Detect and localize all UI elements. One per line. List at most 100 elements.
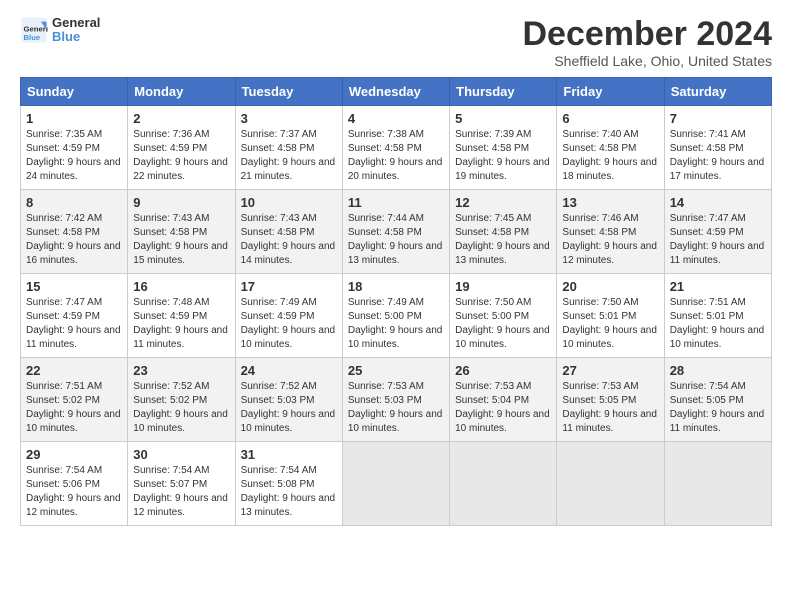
cell-info: Sunrise: 7:44 AMSunset: 4:58 PMDaylight:…	[348, 213, 443, 266]
cell-info: Sunrise: 7:40 AMSunset: 4:58 PMDaylight:…	[562, 129, 657, 182]
day-number: 16	[133, 279, 229, 294]
day-number: 6	[562, 111, 658, 126]
cell-3-5: 27 Sunrise: 7:53 AMSunset: 5:05 PMDaylig…	[557, 358, 664, 442]
cell-info: Sunrise: 7:53 AMSunset: 5:03 PMDaylight:…	[348, 381, 443, 434]
header-row: Sunday Monday Tuesday Wednesday Thursday…	[21, 78, 772, 106]
cell-info: Sunrise: 7:53 AMSunset: 5:05 PMDaylight:…	[562, 381, 657, 434]
cell-info: Sunrise: 7:47 AMSunset: 4:59 PMDaylight:…	[670, 213, 765, 266]
day-number: 18	[348, 279, 444, 294]
cell-info: Sunrise: 7:48 AMSunset: 4:59 PMDaylight:…	[133, 297, 228, 350]
header-wednesday: Wednesday	[342, 78, 449, 106]
cell-1-5: 13 Sunrise: 7:46 AMSunset: 4:58 PMDaylig…	[557, 190, 664, 274]
cell-2-6: 21 Sunrise: 7:51 AMSunset: 5:01 PMDaylig…	[664, 274, 771, 358]
cell-2-5: 20 Sunrise: 7:50 AMSunset: 5:01 PMDaylig…	[557, 274, 664, 358]
cell-3-6: 28 Sunrise: 7:54 AMSunset: 5:05 PMDaylig…	[664, 358, 771, 442]
day-number: 29	[26, 447, 122, 462]
day-number: 10	[241, 195, 337, 210]
cell-info: Sunrise: 7:41 AMSunset: 4:58 PMDaylight:…	[670, 129, 765, 182]
cell-4-3	[342, 442, 449, 526]
logo-icon: General Blue	[20, 16, 48, 44]
day-number: 13	[562, 195, 658, 210]
cell-2-2: 17 Sunrise: 7:49 AMSunset: 4:59 PMDaylig…	[235, 274, 342, 358]
day-number: 21	[670, 279, 766, 294]
cell-1-0: 8 Sunrise: 7:42 AMSunset: 4:58 PMDayligh…	[21, 190, 128, 274]
cell-info: Sunrise: 7:45 AMSunset: 4:58 PMDaylight:…	[455, 213, 550, 266]
day-number: 9	[133, 195, 229, 210]
cell-info: Sunrise: 7:39 AMSunset: 4:58 PMDaylight:…	[455, 129, 550, 182]
day-number: 15	[26, 279, 122, 294]
svg-text:Blue: Blue	[24, 33, 41, 42]
page-container: General Blue General Blue December 2024 …	[0, 0, 792, 536]
cell-info: Sunrise: 7:36 AMSunset: 4:59 PMDaylight:…	[133, 129, 228, 182]
day-number: 2	[133, 111, 229, 126]
cell-info: Sunrise: 7:51 AMSunset: 5:02 PMDaylight:…	[26, 381, 121, 434]
day-number: 30	[133, 447, 229, 462]
cell-3-4: 26 Sunrise: 7:53 AMSunset: 5:04 PMDaylig…	[450, 358, 557, 442]
title-area: December 2024 Sheffield Lake, Ohio, Unit…	[522, 16, 772, 69]
header-sunday: Sunday	[21, 78, 128, 106]
cell-info: Sunrise: 7:52 AMSunset: 5:03 PMDaylight:…	[241, 381, 336, 434]
cell-info: Sunrise: 7:50 AMSunset: 5:01 PMDaylight:…	[562, 297, 657, 350]
day-number: 27	[562, 363, 658, 378]
header: General Blue General Blue December 2024 …	[20, 16, 772, 69]
cell-4-5	[557, 442, 664, 526]
day-number: 5	[455, 111, 551, 126]
day-number: 25	[348, 363, 444, 378]
cell-0-6: 7 Sunrise: 7:41 AMSunset: 4:58 PMDayligh…	[664, 106, 771, 190]
cell-0-4: 5 Sunrise: 7:39 AMSunset: 4:58 PMDayligh…	[450, 106, 557, 190]
month-title: December 2024	[522, 16, 772, 53]
location: Sheffield Lake, Ohio, United States	[522, 53, 772, 69]
day-number: 22	[26, 363, 122, 378]
cell-info: Sunrise: 7:54 AMSunset: 5:05 PMDaylight:…	[670, 381, 765, 434]
day-number: 4	[348, 111, 444, 126]
header-tuesday: Tuesday	[235, 78, 342, 106]
cell-info: Sunrise: 7:35 AMSunset: 4:59 PMDaylight:…	[26, 129, 121, 182]
cell-4-6	[664, 442, 771, 526]
day-number: 28	[670, 363, 766, 378]
cell-3-2: 24 Sunrise: 7:52 AMSunset: 5:03 PMDaylig…	[235, 358, 342, 442]
header-thursday: Thursday	[450, 78, 557, 106]
day-number: 24	[241, 363, 337, 378]
calendar-table: Sunday Monday Tuesday Wednesday Thursday…	[20, 77, 772, 526]
cell-info: Sunrise: 7:47 AMSunset: 4:59 PMDaylight:…	[26, 297, 121, 350]
cell-0-3: 4 Sunrise: 7:38 AMSunset: 4:58 PMDayligh…	[342, 106, 449, 190]
cell-4-2: 31 Sunrise: 7:54 AMSunset: 5:08 PMDaylig…	[235, 442, 342, 526]
day-number: 17	[241, 279, 337, 294]
day-number: 31	[241, 447, 337, 462]
logo-line2: Blue	[52, 30, 100, 44]
cell-info: Sunrise: 7:52 AMSunset: 5:02 PMDaylight:…	[133, 381, 228, 434]
day-number: 14	[670, 195, 766, 210]
cell-info: Sunrise: 7:51 AMSunset: 5:01 PMDaylight:…	[670, 297, 765, 350]
cell-1-2: 10 Sunrise: 7:43 AMSunset: 4:58 PMDaylig…	[235, 190, 342, 274]
cell-4-1: 30 Sunrise: 7:54 AMSunset: 5:07 PMDaylig…	[128, 442, 235, 526]
cell-info: Sunrise: 7:54 AMSunset: 5:08 PMDaylight:…	[241, 465, 336, 518]
day-number: 19	[455, 279, 551, 294]
cell-4-0: 29 Sunrise: 7:54 AMSunset: 5:06 PMDaylig…	[21, 442, 128, 526]
header-saturday: Saturday	[664, 78, 771, 106]
week-row-1: 8 Sunrise: 7:42 AMSunset: 4:58 PMDayligh…	[21, 190, 772, 274]
day-number: 3	[241, 111, 337, 126]
day-number: 23	[133, 363, 229, 378]
cell-info: Sunrise: 7:54 AMSunset: 5:06 PMDaylight:…	[26, 465, 121, 518]
day-number: 7	[670, 111, 766, 126]
day-number: 11	[348, 195, 444, 210]
week-row-2: 15 Sunrise: 7:47 AMSunset: 4:59 PMDaylig…	[21, 274, 772, 358]
cell-4-4	[450, 442, 557, 526]
cell-1-3: 11 Sunrise: 7:44 AMSunset: 4:58 PMDaylig…	[342, 190, 449, 274]
cell-info: Sunrise: 7:54 AMSunset: 5:07 PMDaylight:…	[133, 465, 228, 518]
cell-2-0: 15 Sunrise: 7:47 AMSunset: 4:59 PMDaylig…	[21, 274, 128, 358]
logo: General Blue General Blue	[20, 16, 100, 45]
cell-0-5: 6 Sunrise: 7:40 AMSunset: 4:58 PMDayligh…	[557, 106, 664, 190]
cell-info: Sunrise: 7:46 AMSunset: 4:58 PMDaylight:…	[562, 213, 657, 266]
cell-3-1: 23 Sunrise: 7:52 AMSunset: 5:02 PMDaylig…	[128, 358, 235, 442]
cell-info: Sunrise: 7:42 AMSunset: 4:58 PMDaylight:…	[26, 213, 121, 266]
day-number: 20	[562, 279, 658, 294]
day-number: 26	[455, 363, 551, 378]
cell-1-6: 14 Sunrise: 7:47 AMSunset: 4:59 PMDaylig…	[664, 190, 771, 274]
cell-info: Sunrise: 7:49 AMSunset: 5:00 PMDaylight:…	[348, 297, 443, 350]
header-monday: Monday	[128, 78, 235, 106]
cell-0-0: 1 Sunrise: 7:35 AMSunset: 4:59 PMDayligh…	[21, 106, 128, 190]
cell-info: Sunrise: 7:53 AMSunset: 5:04 PMDaylight:…	[455, 381, 550, 434]
day-number: 12	[455, 195, 551, 210]
cell-2-3: 18 Sunrise: 7:49 AMSunset: 5:00 PMDaylig…	[342, 274, 449, 358]
